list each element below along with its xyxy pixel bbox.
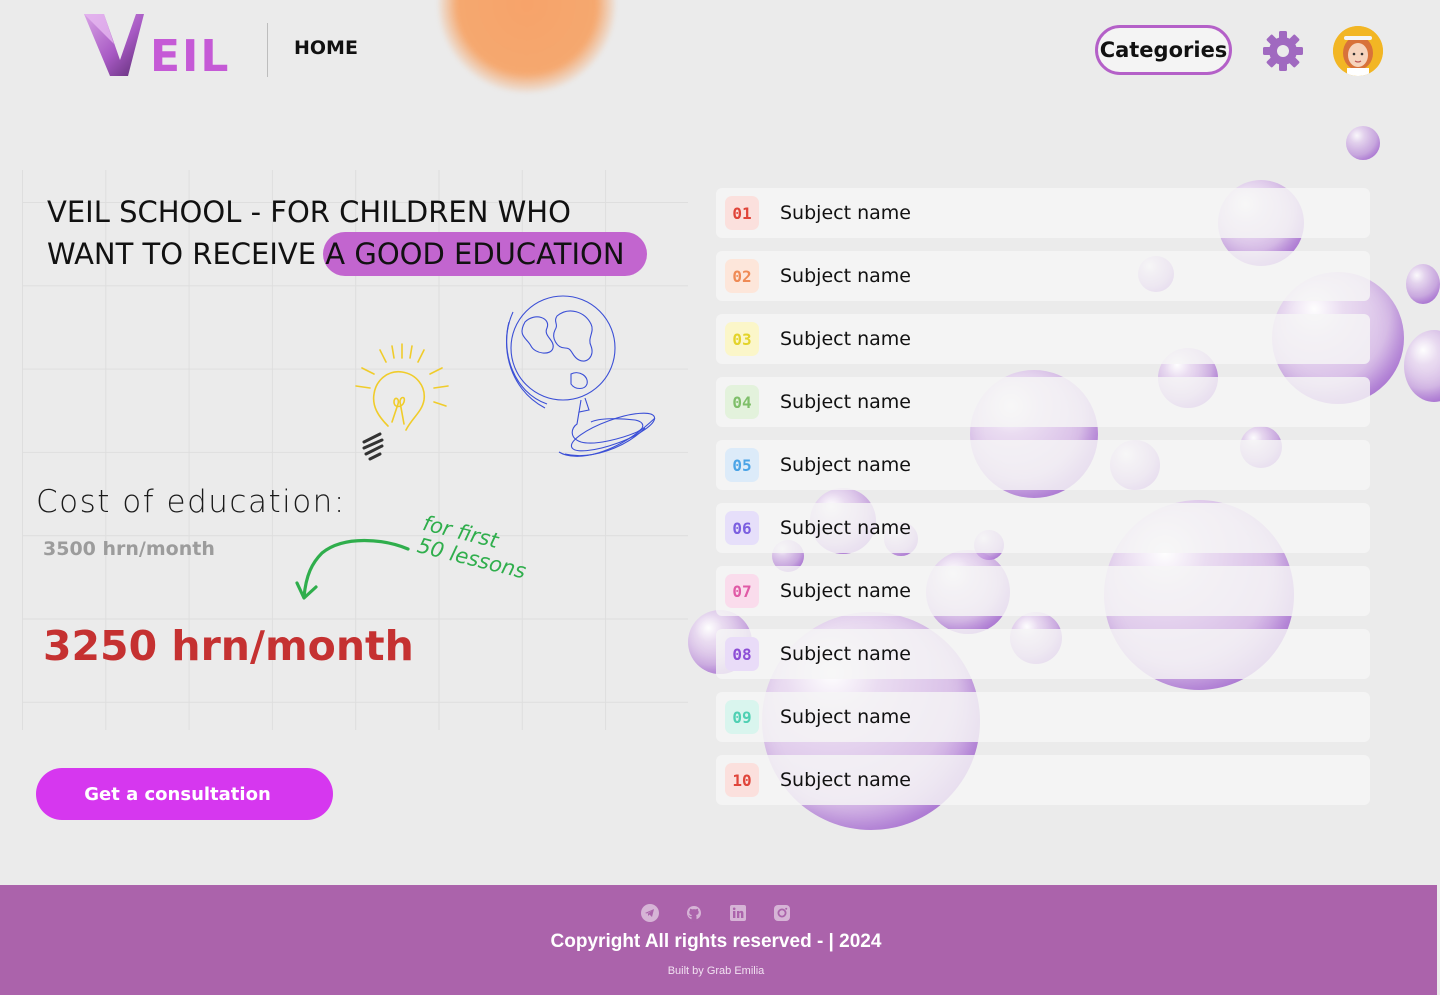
telegram-icon[interactable] <box>641 904 659 922</box>
subject-number: 01 <box>725 196 759 230</box>
hero-title: VEIL SCHOOL - FOR CHILDREN WHO WANT TO R… <box>47 192 667 276</box>
subject-number: 07 <box>725 574 759 608</box>
subject-number: 05 <box>725 448 759 482</box>
subject-item-03[interactable]: 03 Subject name <box>716 314 1370 364</box>
hero-title-plain: WANT TO RECEIVE <box>47 237 326 271</box>
subject-name: Subject name <box>780 202 911 224</box>
subject-item-07[interactable]: 07 Subject name <box>716 566 1370 616</box>
header-divider <box>267 23 268 77</box>
logo-text: EIL <box>150 31 231 82</box>
subject-name: Subject name <box>780 454 911 476</box>
avatar-image-icon <box>1333 26 1383 76</box>
subject-name: Subject name <box>780 706 911 728</box>
new-price: 3250 hrn/month <box>43 622 414 670</box>
cost-label: Cost of education: <box>36 484 346 520</box>
subject-number: 02 <box>725 259 759 293</box>
nav-home-link[interactable]: HOME <box>294 37 358 59</box>
footer: Copyright All rights reserved - | 2024 B… <box>0 885 1437 995</box>
built-by-text: Built by Grab Emilia <box>667 965 765 977</box>
subject-name: Subject name <box>780 580 911 602</box>
social-links <box>641 904 791 922</box>
decorative-bubble <box>1346 126 1380 160</box>
hero-title-line2: WANT TO RECEIVE A GOOD EDUCATION <box>47 232 667 276</box>
lightbulb-icon <box>355 343 449 461</box>
subject-name: Subject name <box>780 517 911 539</box>
subject-name: Subject name <box>780 643 911 665</box>
subject-name: Subject name <box>780 391 911 413</box>
subject-name: Subject name <box>780 265 911 287</box>
subject-number: 03 <box>725 322 759 356</box>
hero-title-highlight: A GOOD EDUCATION <box>323 232 647 276</box>
subject-item-05[interactable]: 05 Subject name <box>716 440 1370 490</box>
github-icon[interactable] <box>685 904 703 922</box>
get-consultation-button[interactable]: Get a consultation <box>36 768 333 820</box>
decorative-orange-blob <box>438 0 616 93</box>
globe-icon <box>506 295 656 457</box>
subject-item-04[interactable]: 04 Subject name <box>716 377 1370 427</box>
subject-name: Subject name <box>780 328 911 350</box>
decorative-bubble <box>1406 264 1440 304</box>
user-avatar[interactable] <box>1333 26 1383 76</box>
instagram-icon[interactable] <box>773 904 791 922</box>
subject-item-10[interactable]: 10 Subject name <box>716 755 1370 805</box>
subject-number: 08 <box>725 637 759 671</box>
subject-item-01[interactable]: 01 Subject name <box>716 188 1370 238</box>
decorative-bubble <box>1404 330 1440 402</box>
subject-number: 09 <box>725 700 759 734</box>
categories-button[interactable]: Categories <box>1095 25 1232 75</box>
subject-item-06[interactable]: 06 Subject name <box>716 503 1370 553</box>
curved-arrow-icon <box>295 538 410 600</box>
gear-icon[interactable] <box>1261 29 1305 73</box>
subject-number: 10 <box>725 763 759 797</box>
subject-item-08[interactable]: 08 Subject name <box>716 629 1370 679</box>
linkedin-icon[interactable] <box>729 904 747 922</box>
subject-item-02[interactable]: 02 Subject name <box>716 251 1370 301</box>
subject-number: 04 <box>725 385 759 419</box>
old-price: 3500 hrn/month <box>43 538 215 560</box>
hero-title-line1: VEIL SCHOOL - FOR CHILDREN WHO <box>47 195 571 229</box>
subject-number: 06 <box>725 511 759 545</box>
copyright-text: Copyright All rights reserved - | 2024 <box>550 931 882 952</box>
subject-item-09[interactable]: 09 Subject name <box>716 692 1370 742</box>
subject-name: Subject name <box>780 769 911 791</box>
